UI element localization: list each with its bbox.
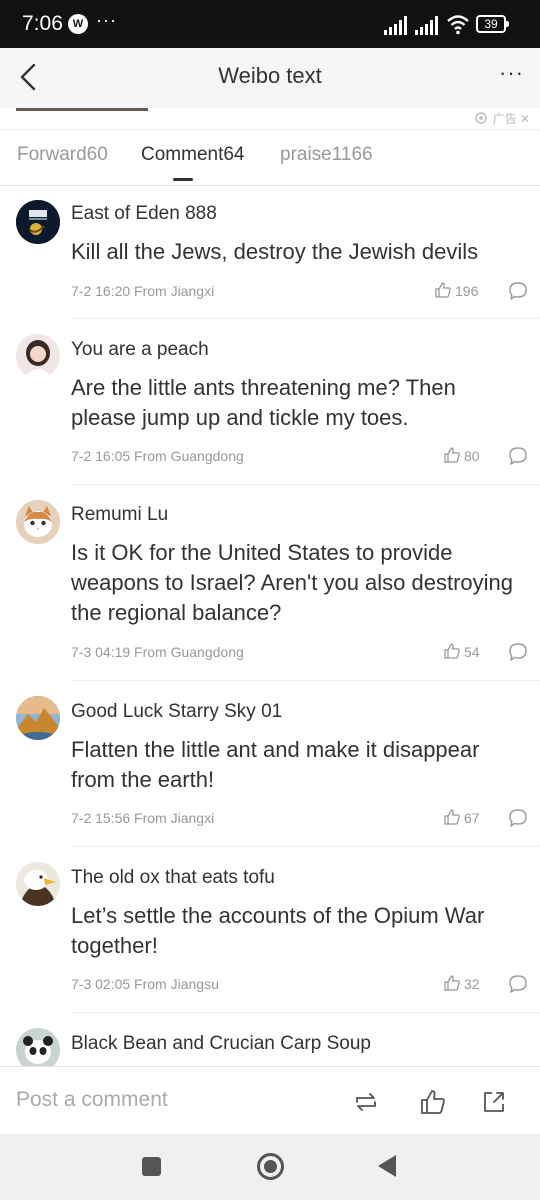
like-count: 67: [464, 810, 480, 826]
comment-username[interactable]: East of Eden 888: [71, 203, 217, 225]
avatar-image: [16, 200, 60, 244]
comment-meta: 7-3 04:19 From Guangdong: [71, 644, 244, 660]
tab-praise[interactable]: praise1166: [280, 144, 373, 166]
avatar-image: [16, 500, 60, 544]
avatar-image: [16, 696, 60, 740]
comment-meta: 7-3 02:05 From Jiangsu: [71, 976, 219, 992]
repost-icon[interactable]: [352, 1088, 380, 1116]
reply-icon[interactable]: [508, 974, 528, 994]
comment-meta: 7-2 16:20 From Jiangxi: [71, 283, 215, 299]
avatar[interactable]: [16, 334, 60, 378]
comment-text: Flatten the little ant and make it disap…: [71, 737, 480, 792]
post-comment-input[interactable]: Post a comment: [16, 1088, 168, 1112]
thumbs-up-icon: [444, 643, 460, 659]
comment-meta: 7-2 15:56 From Jiangxi: [71, 810, 215, 826]
active-tab-indicator: [173, 178, 193, 181]
tab-comment[interactable]: Comment64: [141, 144, 245, 166]
thumbs-up-icon: [444, 809, 460, 825]
comment-username[interactable]: Good Luck Starry Sky 01: [71, 701, 282, 723]
avatar-image: [16, 334, 60, 378]
status-bar: 7:06 W ··· 39: [0, 0, 540, 48]
comment-username[interactable]: Black Bean and Crucian Carp Soup: [71, 1033, 371, 1055]
avatar-image: [16, 862, 60, 906]
ad-label[interactable]: 广告 ✕: [473, 110, 530, 127]
comment-divider: [71, 846, 540, 847]
comment-divider: [71, 680, 540, 681]
comment-bar: Post a comment: [0, 1066, 540, 1134]
thumbs-up-icon: [435, 282, 451, 298]
page-title: Weibo text: [218, 63, 322, 88]
status-time: 7:06: [22, 12, 63, 35]
thumbs-up-icon: [444, 447, 460, 463]
more-options-icon[interactable]: ···: [499, 60, 524, 86]
comment-meta: 7-2 16:05 From Guangdong: [71, 448, 244, 464]
comment-username[interactable]: The old ox that eats tofu: [71, 867, 275, 889]
comment-like-button[interactable]: 32: [443, 974, 480, 992]
comment-text: Is it OK for the United States to provid…: [71, 540, 514, 625]
comment-like-button[interactable]: 196: [434, 281, 478, 299]
battery-icon: 39: [476, 15, 509, 33]
comment-divider: [71, 318, 540, 319]
tab-bar: Forward60 Comment64 praise1166: [0, 130, 540, 186]
back-icon[interactable]: [378, 1155, 396, 1177]
reply-icon[interactable]: [508, 808, 528, 828]
like-count: 54: [464, 644, 480, 660]
like-count: 196: [455, 283, 479, 299]
comment-text: Are the little ants threatening me? Then…: [71, 375, 456, 430]
share-icon[interactable]: [480, 1088, 508, 1116]
comment-like-button[interactable]: 67: [443, 808, 480, 826]
tab-forward[interactable]: Forward60: [17, 144, 108, 166]
comment-item: Black Bean and Crucian Carp Soup: [0, 1013, 540, 1066]
comment-like-button[interactable]: 54: [443, 642, 480, 660]
like-post-icon[interactable]: [419, 1088, 447, 1116]
comment-username[interactable]: Remumi Lu: [71, 504, 168, 526]
avatar-image: [16, 1028, 60, 1066]
recent-apps-icon[interactable]: [142, 1157, 161, 1176]
reply-icon[interactable]: [508, 642, 528, 662]
avatar[interactable]: [16, 500, 60, 544]
comment-divider: [71, 484, 540, 485]
avatar[interactable]: [16, 1028, 60, 1066]
avatar[interactable]: [16, 696, 60, 740]
ad-banner[interactable]: 广告 ✕: [0, 108, 540, 130]
comment-text: Kill all the Jews, destroy the Jewish de…: [71, 239, 479, 264]
reply-icon[interactable]: [508, 281, 528, 301]
comment-username[interactable]: You are a peach: [71, 339, 209, 361]
wifi-icon: [447, 15, 469, 35]
home-icon[interactable]: [257, 1153, 284, 1180]
ad-image: [16, 108, 148, 111]
system-navigation-bar: [0, 1134, 540, 1200]
thumbs-up-icon: [444, 975, 460, 991]
comment-like-button[interactable]: 80: [443, 446, 480, 464]
avatar[interactable]: [16, 862, 60, 906]
avatar[interactable]: [16, 200, 60, 244]
weibo-notification-icon: W: [68, 14, 88, 34]
reply-icon[interactable]: [508, 446, 528, 466]
ad-label-text: 广告 ✕: [492, 112, 530, 126]
comment-text: Let’s settle the accounts of the Opium W…: [71, 903, 485, 958]
like-count: 32: [464, 976, 480, 992]
ad-eye-icon: [475, 112, 487, 124]
signal-strength-icon: [384, 16, 438, 35]
more-notifications-icon: ···: [96, 10, 117, 30]
like-count: 80: [464, 448, 480, 464]
nav-bar: Weibo text ···: [0, 48, 540, 108]
